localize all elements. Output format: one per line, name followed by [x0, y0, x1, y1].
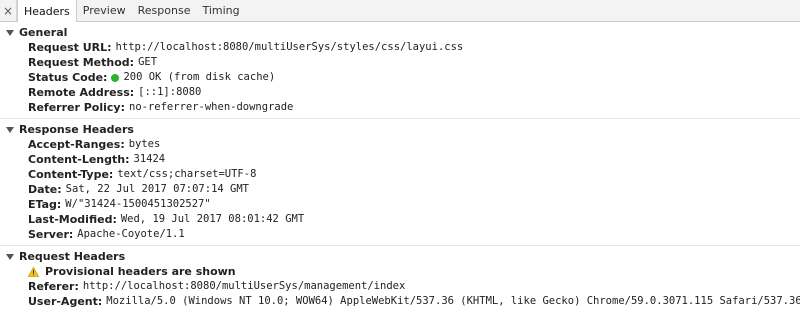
user-agent-value: Mozilla/5.0 (Windows NT 10.0; WOW64) App… [106, 295, 800, 307]
tab-timing[interactable]: Timing [196, 0, 245, 21]
status-code-value: 200 OK (from disk cache) [123, 71, 276, 83]
request-url-value: http://localhost:8080/multiUserSys/style… [115, 41, 464, 53]
expand-triangle-icon[interactable] [6, 253, 14, 260]
response-header-row: Accept-Ranges: bytes [0, 137, 800, 152]
header-key: Accept-Ranges: [28, 138, 125, 151]
response-header-row: Date: Sat, 22 Jul 2017 07:07:14 GMT [0, 182, 800, 197]
status-code-key: Status Code: [28, 71, 108, 84]
header-key: Server: [28, 228, 74, 241]
header-key: Content-Length: [28, 153, 130, 166]
header-value: bytes [128, 138, 161, 150]
provisional-warning-text: Provisional headers are shown [45, 265, 236, 278]
response-header-row: Content-Type: text/css;charset=UTF-8 [0, 167, 800, 182]
header-value: text/css;charset=UTF-8 [117, 168, 257, 180]
header-value: 31424 [133, 153, 166, 165]
provisional-warning-row: Provisional headers are shown [0, 264, 800, 279]
expand-triangle-icon[interactable] [6, 29, 14, 36]
header-key: ETag: [28, 198, 62, 211]
request-method-key: Request Method: [28, 56, 135, 69]
response-header-row: Server: Apache-Coyote/1.1 [0, 227, 800, 242]
remote-address-value: [::1]:8080 [138, 86, 202, 98]
request-headers-section: Request Headers Provisional headers are … [0, 246, 800, 312]
general-section: General Request URL: http://localhost:80… [0, 22, 800, 119]
header-value: W/"31424-1500451302527" [65, 198, 211, 210]
referrer-policy-row: Referrer Policy: no-referrer-when-downgr… [0, 100, 800, 115]
header-key: Content-Type: [28, 168, 114, 181]
tab-preview[interactable]: Preview [77, 0, 132, 21]
general-title: General [19, 26, 68, 39]
header-key: Date: [28, 183, 62, 196]
response-headers-section: Response Headers Accept-Ranges: bytes Co… [0, 119, 800, 246]
header-key: Last-Modified: [28, 213, 117, 226]
close-icon[interactable]: × [0, 0, 17, 21]
referer-value: http://localhost:8080/multiUserSys/manag… [82, 280, 406, 292]
warning-icon [28, 266, 39, 277]
response-headers-title: Response Headers [19, 123, 134, 136]
header-value: Wed, 19 Jul 2017 08:01:42 GMT [120, 213, 305, 225]
status-code-row: Status Code: 200 OK (from disk cache) [0, 70, 800, 85]
user-agent-row: User-Agent: Mozilla/5.0 (Windows NT 10.0… [0, 294, 800, 309]
request-url-row: Request URL: http://localhost:8080/multi… [0, 40, 800, 55]
remote-address-key: Remote Address: [28, 86, 135, 99]
devtools-tab-bar: × Headers Preview Response Timing [0, 0, 800, 22]
referer-key: Referer: [28, 280, 79, 293]
request-method-row: Request Method: GET [0, 55, 800, 70]
status-ok-icon [111, 73, 120, 82]
response-headers-header[interactable]: Response Headers [0, 122, 800, 137]
response-header-row: Last-Modified: Wed, 19 Jul 2017 08:01:42… [0, 212, 800, 227]
referrer-policy-key: Referrer Policy: [28, 101, 125, 114]
request-headers-title: Request Headers [19, 250, 126, 263]
response-header-row: ETag: W/"31424-1500451302527" [0, 197, 800, 212]
response-header-row: Content-Length: 31424 [0, 152, 800, 167]
tab-response[interactable]: Response [132, 0, 197, 21]
user-agent-key: User-Agent: [28, 295, 103, 308]
expand-triangle-icon[interactable] [6, 126, 14, 133]
request-method-value: GET [138, 56, 158, 68]
request-headers-header[interactable]: Request Headers [0, 249, 800, 264]
header-value: Sat, 22 Jul 2017 07:07:14 GMT [65, 183, 249, 195]
referer-row: Referer: http://localhost:8080/multiUser… [0, 279, 800, 294]
request-url-key: Request URL: [28, 41, 112, 54]
referrer-policy-value: no-referrer-when-downgrade [129, 101, 294, 113]
tab-headers[interactable]: Headers [17, 0, 77, 22]
header-value: Apache-Coyote/1.1 [77, 228, 185, 240]
general-header[interactable]: General [0, 25, 800, 40]
remote-address-row: Remote Address: [::1]:8080 [0, 85, 800, 100]
